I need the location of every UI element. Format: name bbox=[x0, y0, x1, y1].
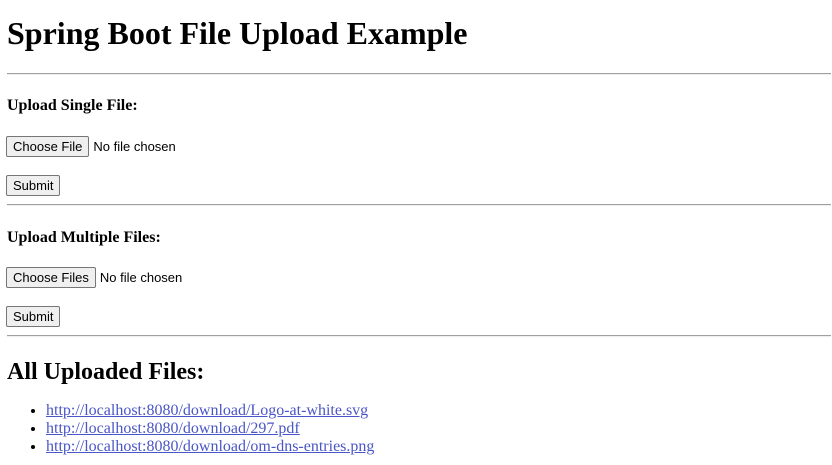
uploaded-file-link[interactable]: http://localhost:8080/download/297.pdf bbox=[46, 420, 300, 437]
divider-top bbox=[7, 73, 831, 75]
choose-files-button[interactable]: Choose Files bbox=[6, 267, 96, 288]
uploaded-files-heading: All Uploaded Files: bbox=[7, 359, 205, 385]
page: Spring Boot File Upload Example Upload S… bbox=[0, 0, 832, 465]
uploaded-file-link[interactable]: http://localhost:8080/download/om-dns-en… bbox=[46, 438, 374, 455]
list-item: http://localhost:8080/download/om-dns-en… bbox=[46, 438, 374, 456]
divider-bottom bbox=[7, 335, 831, 337]
single-file-input[interactable]: Choose File No file chosen bbox=[6, 136, 176, 157]
multiple-file-status: No file chosen bbox=[99, 270, 183, 285]
list-item: http://localhost:8080/download/297.pdf bbox=[46, 420, 374, 438]
uploaded-file-link[interactable]: http://localhost:8080/download/Logo-at-w… bbox=[46, 402, 368, 419]
page-title: Spring Boot File Upload Example bbox=[7, 15, 468, 51]
single-submit-button[interactable]: Submit bbox=[6, 175, 61, 196]
multiple-file-input[interactable]: Choose Files No file chosen bbox=[6, 267, 182, 288]
list-item: http://localhost:8080/download/Logo-at-w… bbox=[46, 402, 374, 420]
uploaded-files-list: http://localhost:8080/download/Logo-at-w… bbox=[0, 402, 374, 456]
multiple-upload-heading: Upload Multiple Files: bbox=[7, 229, 161, 246]
divider-middle bbox=[7, 204, 831, 206]
single-file-status: No file chosen bbox=[93, 139, 176, 154]
choose-file-button[interactable]: Choose File bbox=[6, 136, 90, 157]
single-upload-heading: Upload Single File: bbox=[7, 97, 138, 114]
multiple-submit-button[interactable]: Submit bbox=[6, 306, 61, 327]
